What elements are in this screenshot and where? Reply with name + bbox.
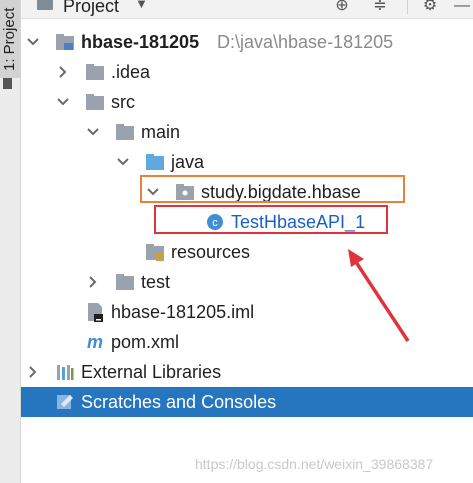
chevron-right-icon[interactable]	[85, 272, 101, 292]
root-project-path: D:\java\hbase-181205	[217, 32, 394, 52]
locate-target-icon[interactable]: ⊕	[333, 0, 351, 15]
package-highlight-box	[140, 175, 405, 203]
folder-label-java: java	[171, 152, 205, 172]
tree-row-java[interactable]: java	[21, 147, 473, 177]
iml-file-label: hbase-181205.iml	[111, 302, 255, 322]
tree-row-main[interactable]: main	[21, 117, 473, 147]
chevron-down-icon[interactable]: ▼	[135, 0, 148, 11]
source-folder-icon	[145, 152, 165, 172]
folder-icon	[115, 122, 135, 142]
root-project-name: hbase-181205	[81, 32, 200, 52]
maven-icon: m	[85, 332, 105, 352]
iml-file-icon	[85, 302, 105, 322]
chevron-right-icon[interactable]	[55, 62, 71, 82]
tool-strip-marker	[3, 78, 12, 89]
project-tool-tab-label: 1: Project	[1, 7, 18, 71]
svg-text:m: m	[87, 332, 103, 352]
tree-row-external-libraries[interactable]: External Libraries	[21, 357, 473, 387]
folder-label-resources: resources	[171, 242, 251, 262]
chevron-down-icon[interactable]	[55, 92, 71, 112]
folder-icon	[115, 272, 135, 292]
libraries-icon	[55, 362, 75, 382]
gear-icon[interactable]: ⚙	[421, 0, 439, 15]
tool-window-strip: 1: Project	[0, 0, 21, 483]
class-highlight-box	[154, 205, 388, 234]
tree-row-idea[interactable]: .idea	[21, 57, 473, 87]
folder-label-src: src	[111, 92, 135, 112]
chevron-down-icon[interactable]	[115, 152, 131, 172]
project-tool-tab[interactable]: 1: Project	[0, 0, 20, 78]
scratches-label: Scratches and Consoles	[81, 392, 277, 412]
annotation-arrow	[348, 249, 410, 342]
collapse-all-icon[interactable]: ≑	[371, 0, 389, 15]
minimize-icon[interactable]: —	[453, 0, 471, 15]
folder-icon	[85, 92, 105, 112]
project-panel-header: Project ▼ ⊕ ≑ ⚙ —	[21, 0, 473, 19]
chevron-down-icon[interactable]	[85, 122, 101, 142]
chevron-down-icon[interactable]	[25, 32, 41, 52]
watermark: https://blog.csdn.net/weixin_39868387	[195, 456, 434, 472]
scratches-icon	[55, 392, 75, 412]
chevron-right-icon[interactable]	[25, 362, 41, 382]
header-divider	[407, 0, 408, 14]
folder-icon	[85, 62, 105, 82]
project-view-selector[interactable]: Project	[63, 0, 119, 17]
resources-folder-icon	[145, 242, 165, 262]
module-folder-icon	[55, 32, 75, 52]
pom-file-label: pom.xml	[111, 332, 180, 352]
folder-label-idea: .idea	[111, 62, 151, 82]
folder-label-test: test	[141, 272, 171, 292]
folder-label-main: main	[141, 122, 181, 142]
project-view-icon	[37, 0, 53, 10]
tree-row-scratches[interactable]: Scratches and Consoles	[21, 387, 473, 417]
tree-row-root[interactable]: hbase-181205 D:\java\hbase-181205	[21, 27, 473, 57]
tree-row-src[interactable]: src	[21, 87, 473, 117]
external-libraries-label: External Libraries	[81, 362, 222, 382]
